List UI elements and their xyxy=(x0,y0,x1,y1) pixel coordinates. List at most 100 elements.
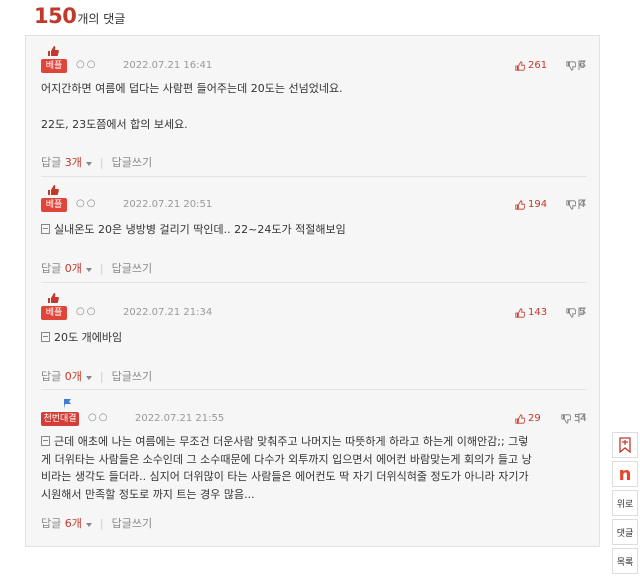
rank-badge-label: 천번대결 xyxy=(41,412,79,426)
reply-count: 0개 xyxy=(64,370,82,383)
reply-label: 답글 xyxy=(41,262,62,275)
thumb-up-icon xyxy=(515,60,525,71)
upvote-count: 261 xyxy=(528,60,548,71)
comment-line: 비라는 생각도 들더라.. 심지어 더위많이 타는 사람들은 에어컨도 딱 자기… xyxy=(41,470,529,483)
reply-toggle[interactable]: 답글 6개 xyxy=(41,515,92,531)
thumb-up-icon xyxy=(515,307,525,318)
comment-item: 베플 ○○ 2022.07.21 16:41 261 6 어지간하면 여름에 덥… xyxy=(41,45,587,175)
comment-date: 2022.07.21 21:34 xyxy=(123,307,213,318)
comment-meta: 베플 ○○ 2022.07.21 21:34 143 5 xyxy=(41,292,587,326)
bookmark-button[interactable] xyxy=(612,432,638,458)
upvote-button[interactable]: 194 xyxy=(515,199,547,210)
nate-n-icon: n xyxy=(618,463,632,485)
thumb-down-icon xyxy=(566,307,576,318)
write-reply-link[interactable]: 답글쓰기 xyxy=(112,154,152,170)
comment-date: 2022.07.21 20:51 xyxy=(123,199,213,210)
upvote-count: 29 xyxy=(528,413,541,424)
comment-line: 근데 애초에 나는 여름에는 무조건 더운사람 맞춰주고 나머지는 따뜻하게 하… xyxy=(54,435,529,448)
comment-item: 천번대결 ○○ 2022.07.21 21:55 29 54 근데 애초에 나는… xyxy=(41,398,587,543)
divider: | xyxy=(99,516,104,530)
reply-count: 6개 xyxy=(64,517,82,530)
chevron-down-icon xyxy=(85,523,92,527)
user-name[interactable]: ○○ xyxy=(88,412,109,423)
bookmark-icon xyxy=(619,437,631,453)
best-badge-label: 베플 xyxy=(41,59,67,73)
comment-line: 시원해서 만족할 정도로 까지 트는 경우 많음... xyxy=(41,487,255,501)
comment-date: 2022.07.21 16:41 xyxy=(123,60,213,71)
divider: | xyxy=(99,155,104,169)
reply-label: 답글 xyxy=(41,517,62,530)
report-icon[interactable] xyxy=(577,198,587,210)
thumb-down-icon xyxy=(566,60,576,71)
comment-count-header: 150 개의 댓글 xyxy=(34,4,125,32)
thumb-up-icon xyxy=(48,293,59,303)
best-badge-label: 베플 xyxy=(41,198,67,212)
reply-row: 답글 3개 | 답글쓰기 xyxy=(41,154,152,170)
comment-line: 20도 개에바임 xyxy=(54,331,123,344)
thumb-down-icon xyxy=(561,413,571,424)
reply-count: 3개 xyxy=(64,156,82,169)
comment-divider xyxy=(41,389,587,390)
thumb-up-icon xyxy=(48,46,59,56)
comment-body: 실내온도 20은 냉방병 걸리기 딱인데.. 22~24도가 적절해보임 xyxy=(41,221,581,239)
write-reply-link[interactable]: 답글쓰기 xyxy=(112,368,152,384)
upvote-button[interactable]: 143 xyxy=(515,307,547,318)
comments-panel: 베플 ○○ 2022.07.21 16:41 261 6 어지간하면 여름에 덥… xyxy=(25,35,600,547)
document-icon xyxy=(41,224,50,234)
comment-body: 근데 애초에 나는 여름에는 무조건 더운사람 맞춰주고 나머지는 따뜻하게 하… xyxy=(41,433,581,503)
comment-divider xyxy=(41,176,587,177)
report-icon[interactable] xyxy=(577,59,587,71)
reply-row: 답글 0개 | 답글쓰기 xyxy=(41,368,152,384)
comments-shortcut-button[interactable]: 댓글 xyxy=(612,519,638,545)
comment-meta: 천번대결 ○○ 2022.07.21 21:55 29 54 xyxy=(41,398,587,432)
reply-toggle[interactable]: 답글 0개 xyxy=(41,260,92,276)
upvote-button[interactable]: 261 xyxy=(515,60,547,71)
comment-line xyxy=(41,98,581,116)
best-badge-label: 베플 xyxy=(41,306,67,320)
write-reply-link[interactable]: 답글쓰기 xyxy=(112,260,152,276)
comment-line: 실내온도 20은 냉방병 걸리기 딱인데.. 22~24도가 적절해보임 xyxy=(54,223,346,236)
user-name[interactable]: ○○ xyxy=(76,198,97,209)
upvote-button[interactable]: 29 xyxy=(515,413,541,424)
write-reply-link[interactable]: 답글쓰기 xyxy=(112,515,152,531)
list-button[interactable]: 목록 xyxy=(612,548,638,574)
reply-label: 답글 xyxy=(41,156,62,169)
user-name[interactable]: ○○ xyxy=(76,59,97,70)
reply-toggle[interactable]: 답글 3개 xyxy=(41,154,92,170)
thumb-up-icon xyxy=(515,199,525,210)
upvote-count: 194 xyxy=(528,199,548,210)
floating-sidebar: n 위로 댓글 목록 xyxy=(612,432,640,577)
comment-meta: 베플 ○○ 2022.07.21 16:41 261 6 xyxy=(41,45,587,79)
comment-body: 20도 개에바임 xyxy=(41,329,581,347)
comment-date: 2022.07.21 21:55 xyxy=(135,413,225,424)
best-badge: 베플 xyxy=(41,184,67,218)
nate-logo-button[interactable]: n xyxy=(612,461,638,487)
chevron-down-icon xyxy=(85,162,92,166)
comment-item: 베플 ○○ 2022.07.21 20:51 194 4 실내온도 20은 냉방… xyxy=(41,184,587,280)
best-badge: 베플 xyxy=(41,45,67,79)
upvote-count: 143 xyxy=(528,307,548,318)
flag-icon xyxy=(64,399,71,409)
divider: | xyxy=(99,369,104,383)
reply-toggle[interactable]: 답글 0개 xyxy=(41,368,92,384)
best-badge: 베플 xyxy=(41,292,67,326)
comment-line: 22도, 23도쯤에서 합의 보세요. xyxy=(41,118,188,131)
rank-badge: 천번대결 xyxy=(41,398,81,432)
reply-label: 답글 xyxy=(41,370,62,383)
reply-count: 0개 xyxy=(64,262,82,275)
document-icon xyxy=(41,332,50,342)
report-icon[interactable] xyxy=(577,412,587,424)
scroll-top-button[interactable]: 위로 xyxy=(612,490,638,516)
reply-row: 답글 6개 | 답글쓰기 xyxy=(41,515,152,531)
comment-meta: 베플 ○○ 2022.07.21 20:51 194 4 xyxy=(41,184,587,218)
comment-body: 어지간하면 여름에 덥다는 사람편 들어주는데 20도는 선넘었네요. 22도,… xyxy=(41,80,581,134)
comment-line: 게 더위타는 사람들은 소수인데 그 소수때문에 다수가 외투까지 입으면서 에… xyxy=(41,452,532,466)
user-name[interactable]: ○○ xyxy=(76,306,97,317)
thumb-up-icon xyxy=(515,413,525,424)
thumb-down-icon xyxy=(566,199,576,210)
report-icon[interactable] xyxy=(577,306,587,318)
reply-row: 답글 0개 | 답글쓰기 xyxy=(41,260,152,276)
divider: | xyxy=(99,261,104,275)
chevron-down-icon xyxy=(85,268,92,272)
comment-count: 150 xyxy=(34,4,77,28)
